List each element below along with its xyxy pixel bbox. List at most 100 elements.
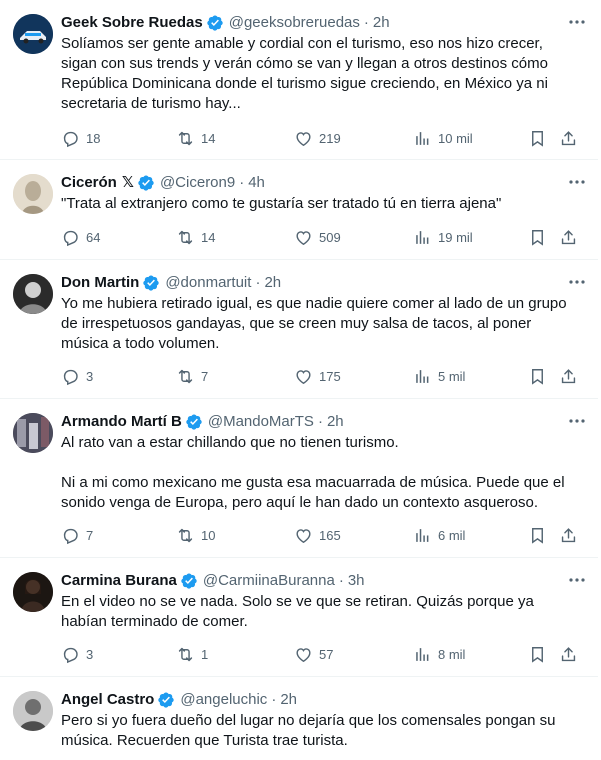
retweet-icon bbox=[178, 230, 193, 244]
like-button[interactable]: 57 bbox=[294, 645, 333, 664]
tweet-text: Al rato van a estar chillando que no tie… bbox=[61, 434, 565, 511]
timestamp[interactable]: 3h bbox=[348, 571, 365, 591]
more-icon[interactable] bbox=[566, 412, 588, 430]
reply-icon bbox=[63, 528, 78, 544]
views-button[interactable]: 5 mil bbox=[413, 367, 465, 386]
like-count: 165 bbox=[319, 527, 341, 543]
author-handle[interactable]: @donmartuit bbox=[165, 273, 251, 293]
reply-button[interactable]: 18 bbox=[61, 129, 100, 148]
share-button[interactable] bbox=[559, 228, 578, 247]
view-count: 19 mil bbox=[438, 229, 473, 245]
share-button[interactable] bbox=[559, 129, 578, 148]
tweet-don-martin[interactable]: Don Martin @donmartuit · 2h Yo me hubier… bbox=[0, 260, 598, 399]
more-icon[interactable] bbox=[566, 273, 588, 291]
bookmark-icon bbox=[532, 368, 543, 385]
like-count: 219 bbox=[319, 130, 341, 146]
avatar[interactable] bbox=[13, 691, 53, 731]
views-icon bbox=[416, 230, 429, 244]
separator-dot: · bbox=[363, 14, 369, 31]
share-button[interactable] bbox=[559, 367, 578, 386]
views-button[interactable]: 6 mil bbox=[413, 526, 465, 545]
author-handle[interactable]: @MandoMarTS bbox=[208, 412, 314, 432]
reply-count: 3 bbox=[86, 368, 94, 384]
separator-dot: · bbox=[317, 413, 323, 430]
like-button[interactable]: 175 bbox=[294, 367, 341, 386]
tweet-carmina-burana[interactable]: Carmina Burana @CarmiinaBuranna · 3h En … bbox=[0, 558, 598, 677]
verified-badge-icon bbox=[138, 175, 154, 191]
views-icon bbox=[416, 131, 429, 145]
retweet-button[interactable]: 10 bbox=[176, 526, 215, 545]
heart-icon bbox=[296, 647, 311, 662]
retweet-button[interactable]: 14 bbox=[176, 228, 215, 247]
bookmark-button[interactable] bbox=[528, 129, 547, 148]
verified-badge-icon bbox=[186, 414, 202, 430]
author-handle[interactable]: @angeluchic bbox=[180, 690, 267, 710]
author-handle[interactable]: @geeksobreruedas bbox=[229, 13, 360, 33]
timestamp[interactable]: 2h bbox=[373, 13, 390, 33]
tweet-text: En el video no se ve nada. Solo se ve qu… bbox=[61, 593, 534, 630]
tweet-text: Solíamos ser gente amable y cordial con … bbox=[61, 35, 548, 112]
author-name[interactable]: Carmina Burana bbox=[61, 571, 177, 591]
reply-button[interactable]: 7 bbox=[61, 526, 93, 545]
author-name[interactable]: Armando Martí B bbox=[61, 412, 182, 432]
author-name[interactable]: Angel Castro bbox=[61, 690, 154, 710]
views-icon bbox=[416, 528, 429, 542]
author-handle[interactable]: @CarmiinaBuranna bbox=[203, 571, 335, 591]
like-button[interactable]: 165 bbox=[294, 526, 341, 545]
separator-dot: · bbox=[271, 691, 277, 708]
reply-icon bbox=[63, 369, 78, 385]
retweet-count: 14 bbox=[201, 229, 216, 245]
author-name[interactable]: Cicerón bbox=[61, 173, 117, 193]
tweet-angel-castro[interactable]: Angel Castro @angeluchic · 2h Pero si yo… bbox=[0, 677, 598, 760]
timestamp[interactable]: 2h bbox=[327, 412, 344, 432]
heart-icon bbox=[296, 528, 311, 543]
timestamp[interactable]: 2h bbox=[264, 273, 281, 293]
reply-button[interactable]: 3 bbox=[61, 645, 93, 664]
like-count: 509 bbox=[319, 229, 341, 245]
reply-button[interactable]: 64 bbox=[61, 228, 100, 247]
retweet-button[interactable]: 14 bbox=[176, 129, 215, 148]
retweet-button[interactable]: 1 bbox=[176, 645, 208, 664]
separator-dot: · bbox=[338, 572, 344, 589]
separator-dot: · bbox=[255, 274, 261, 291]
share-button[interactable] bbox=[559, 645, 578, 664]
avatar[interactable] bbox=[13, 14, 53, 54]
retweet-button[interactable]: 7 bbox=[176, 367, 208, 386]
bookmark-button[interactable] bbox=[528, 526, 547, 545]
retweet-icon bbox=[178, 369, 193, 383]
separator-dot: · bbox=[239, 174, 245, 191]
avatar[interactable] bbox=[13, 572, 53, 612]
bookmark-icon bbox=[532, 646, 543, 663]
tweet-armando-marti[interactable]: Armando Martí B @MandoMarTS · 2h Al rato… bbox=[0, 399, 598, 558]
views-icon bbox=[416, 647, 429, 661]
bookmark-button[interactable] bbox=[528, 645, 547, 664]
tweet-geek-sobre-ruedas[interactable]: Geek Sobre Ruedas @geeksobreruedas · 2h … bbox=[0, 0, 598, 160]
bookmark-button[interactable] bbox=[528, 367, 547, 386]
tweet-ciceron[interactable]: Cicerón 𝕏 @Ciceron9 · 4h "Trata al extra… bbox=[0, 160, 598, 260]
author-handle[interactable]: @Ciceron9 bbox=[160, 173, 235, 193]
more-icon[interactable] bbox=[566, 13, 588, 31]
like-button[interactable]: 219 bbox=[294, 129, 341, 148]
avatar[interactable] bbox=[13, 274, 53, 314]
views-button[interactable]: 10 mil bbox=[413, 129, 473, 148]
author-name[interactable]: Don Martin bbox=[61, 273, 139, 293]
views-button[interactable]: 8 mil bbox=[413, 645, 465, 664]
author-name[interactable]: Geek Sobre Ruedas bbox=[61, 13, 203, 33]
avatar[interactable] bbox=[13, 174, 53, 214]
more-icon[interactable] bbox=[566, 173, 588, 191]
avatar[interactable] bbox=[13, 413, 53, 453]
like-button[interactable]: 509 bbox=[294, 228, 341, 247]
more-icon[interactable] bbox=[566, 571, 588, 589]
share-button[interactable] bbox=[559, 526, 578, 545]
timestamp[interactable]: 4h bbox=[248, 173, 265, 193]
bookmark-icon bbox=[532, 527, 543, 544]
reply-icon bbox=[63, 647, 78, 663]
view-count: 8 mil bbox=[438, 646, 466, 662]
reply-count: 7 bbox=[86, 527, 94, 543]
views-button[interactable]: 19 mil bbox=[413, 228, 473, 247]
retweet-count: 14 bbox=[201, 130, 216, 146]
bookmark-button[interactable] bbox=[528, 228, 547, 247]
reply-button[interactable]: 3 bbox=[61, 367, 93, 386]
share-icon bbox=[561, 368, 576, 383]
timestamp[interactable]: 2h bbox=[280, 690, 297, 710]
